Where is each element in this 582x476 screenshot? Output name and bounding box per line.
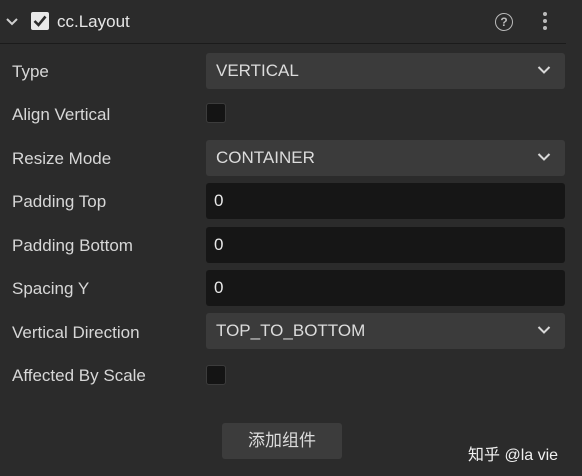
spacing-y-input[interactable]: 0 [206,270,565,306]
chevron-down-icon[interactable] [6,16,18,28]
component-title: cc.Layout [57,12,130,31]
padding-top-label: Padding Top [12,192,107,211]
more-vertical-icon[interactable] [541,12,549,32]
component-header: cc.Layout ? [0,0,582,44]
component-enabled-checkbox[interactable] [31,12,49,30]
vertical-direction-label: Vertical Direction [12,323,140,342]
watermark: 知乎 @la vie [468,447,559,464]
chevron-down-icon [537,153,551,161]
padding-bottom-label: Padding Bottom [12,236,133,255]
resize-mode-select-value: CONTAINER [216,148,315,167]
checkmark-icon [33,15,47,27]
align-vertical-checkbox[interactable] [206,103,226,123]
chevron-down-icon [537,66,551,74]
vertical-direction-select[interactable]: TOP_TO_BOTTOM [206,313,565,349]
spacing-y-label: Spacing Y [12,279,90,298]
type-select-value: VERTICAL [216,61,299,80]
add-component-button[interactable]: 添加组件 [222,423,342,459]
resize-mode-select[interactable]: CONTAINER [206,140,565,176]
chevron-down-icon [537,326,551,334]
resize-mode-label: Resize Mode [12,149,112,168]
padding-top-input[interactable]: 0 [206,183,565,219]
align-vertical-label: Align Vertical [12,105,111,124]
help-icon[interactable]: ? [495,13,513,31]
affected-by-scale-checkbox[interactable] [206,365,226,385]
type-label: Type [12,62,49,81]
vertical-direction-select-value: TOP_TO_BOTTOM [216,321,366,340]
header-divider [0,43,566,44]
affected-by-scale-label: Affected By Scale [12,366,146,385]
type-select[interactable]: VERTICAL [206,53,565,89]
padding-bottom-input[interactable]: 0 [206,227,565,263]
